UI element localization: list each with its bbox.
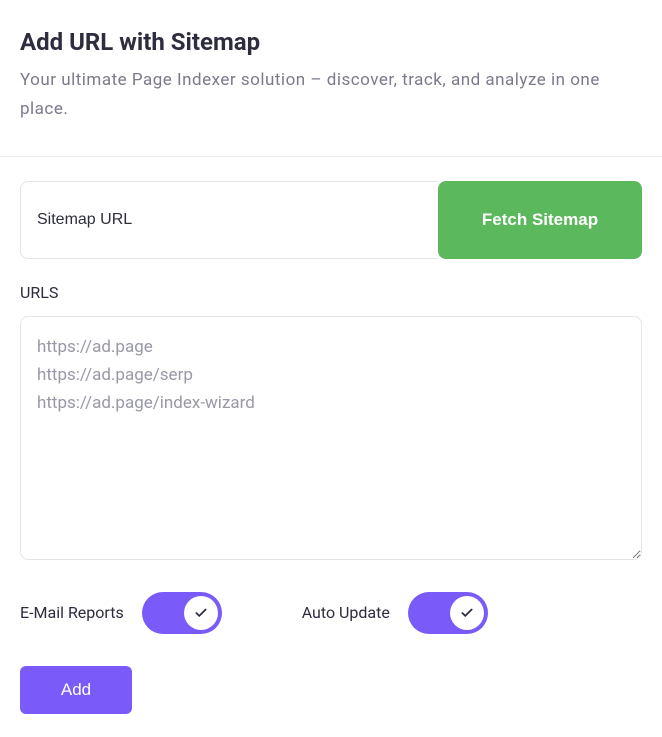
sitemap-url-input[interactable] <box>20 181 438 259</box>
fetch-sitemap-button[interactable]: Fetch Sitemap <box>438 181 642 259</box>
check-icon <box>460 606 474 620</box>
toggle-knob <box>184 596 218 630</box>
header: Add URL with Sitemap Your ultimate Page … <box>0 28 662 157</box>
toggles-row: E-Mail Reports Auto Update <box>20 592 642 634</box>
auto-update-group: Auto Update <box>302 592 488 634</box>
urls-textarea[interactable] <box>20 316 642 560</box>
email-reports-label: E-Mail Reports <box>20 603 124 622</box>
email-reports-toggle[interactable] <box>142 592 222 634</box>
check-icon <box>194 606 208 620</box>
urls-label: URLS <box>20 283 642 302</box>
form-section: Fetch Sitemap URLS E-Mail Reports Auto U… <box>20 157 642 714</box>
auto-update-label: Auto Update <box>302 603 390 622</box>
toggle-knob <box>450 596 484 630</box>
page-subtitle: Your ultimate Page Indexer solution – di… <box>20 66 642 124</box>
auto-update-toggle[interactable] <box>408 592 488 634</box>
email-reports-group: E-Mail Reports <box>20 592 222 634</box>
sitemap-row: Fetch Sitemap <box>20 181 642 259</box>
add-button[interactable]: Add <box>20 666 132 714</box>
page-title: Add URL with Sitemap <box>20 28 642 56</box>
